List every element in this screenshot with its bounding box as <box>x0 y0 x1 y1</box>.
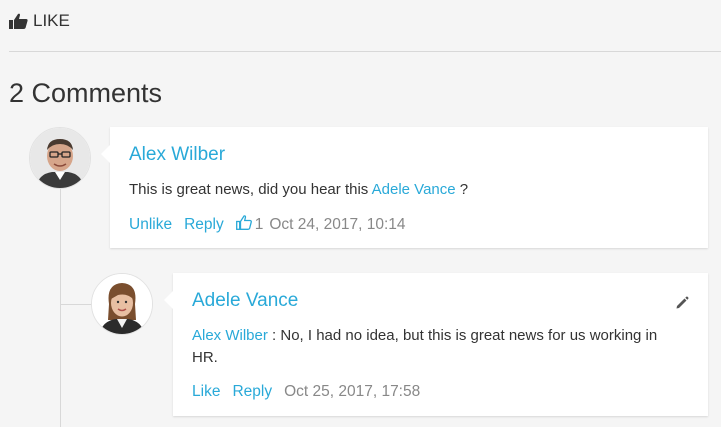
comment-author[interactable]: Adele Vance <box>192 290 298 312</box>
pencil-icon[interactable] <box>675 296 689 315</box>
comment-timestamp: Oct 25, 2017, 17:58 <box>284 383 421 400</box>
comment-timestamp: Oct 24, 2017, 10:14 <box>269 216 406 233</box>
reply-card: Adele Vance Alex Wilber : No, I had no i… <box>164 273 708 416</box>
comment-text: This is great news, did you hear this Ad… <box>129 179 689 201</box>
like-count-value: 1 <box>254 216 264 233</box>
comment-text-part: ? <box>459 181 469 198</box>
comment-actions: Unlike Reply 1 Oct 24, 2017, 10:14 <box>129 215 406 235</box>
reply-button[interactable]: Reply <box>184 216 224 234</box>
thumbs-up-icon <box>9 13 28 29</box>
comment-author[interactable]: Alex Wilber <box>129 144 225 166</box>
comments-title: 2 Comments <box>9 78 163 108</box>
mention-link[interactable]: Alex Wilber <box>192 327 268 344</box>
divider <box>9 51 721 52</box>
like-comment-button[interactable]: Like <box>192 383 220 401</box>
avatar[interactable] <box>29 127 91 189</box>
reply-connector <box>60 304 92 305</box>
unlike-button[interactable]: Unlike <box>129 216 172 234</box>
comment-text: Alex Wilber : No, I had no idea, but thi… <box>192 325 682 369</box>
like-count: 1 <box>235 215 264 235</box>
mention-link[interactable]: Adele Vance <box>372 181 456 198</box>
thumbs-up-outline-icon <box>235 215 252 235</box>
reply-button[interactable]: Reply <box>232 383 272 401</box>
comment-actions: Like Reply Oct 25, 2017, 17:58 <box>192 383 420 401</box>
avatar[interactable] <box>91 273 153 335</box>
comment-text-part: This is great news, did you hear this <box>129 181 369 198</box>
comment-card: Alex Wilber This is great news, did you … <box>101 127 708 248</box>
like-label: LIKE <box>33 11 70 30</box>
thread-line <box>60 188 61 427</box>
like-button[interactable]: LIKE <box>9 8 70 34</box>
